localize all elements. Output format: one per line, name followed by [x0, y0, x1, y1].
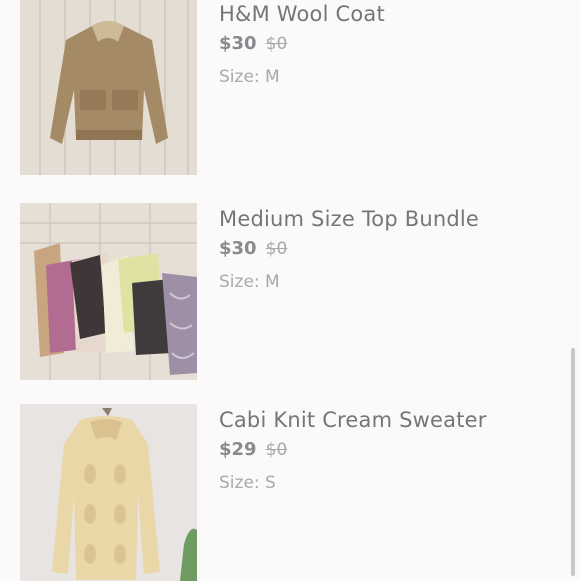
product-image[interactable] — [20, 0, 197, 175]
top-bundle-image — [20, 203, 197, 380]
wool-coat-image — [20, 0, 197, 175]
listing-title[interactable]: H&M Wool Coat — [219, 0, 385, 28]
listing-title[interactable]: Cabi Knit Cream Sweater — [219, 406, 487, 434]
listing-size: Size: M — [219, 67, 280, 87]
scrollbar[interactable] — [571, 348, 575, 576]
product-image[interactable] — [20, 404, 197, 581]
original-price: $0 — [265, 34, 288, 54]
listing-size: Size: M — [219, 272, 280, 292]
knit-sweater-image — [20, 404, 197, 581]
product-image[interactable] — [20, 203, 197, 380]
listing-size: Size: S — [219, 473, 276, 493]
listing-price: $29 — [219, 439, 257, 460]
original-price: $0 — [265, 239, 288, 259]
listing-title[interactable]: Medium Size Top Bundle — [219, 205, 479, 233]
listing-price: $30 — [219, 33, 257, 54]
original-price: $0 — [265, 440, 288, 460]
listing-price: $30 — [219, 238, 257, 259]
